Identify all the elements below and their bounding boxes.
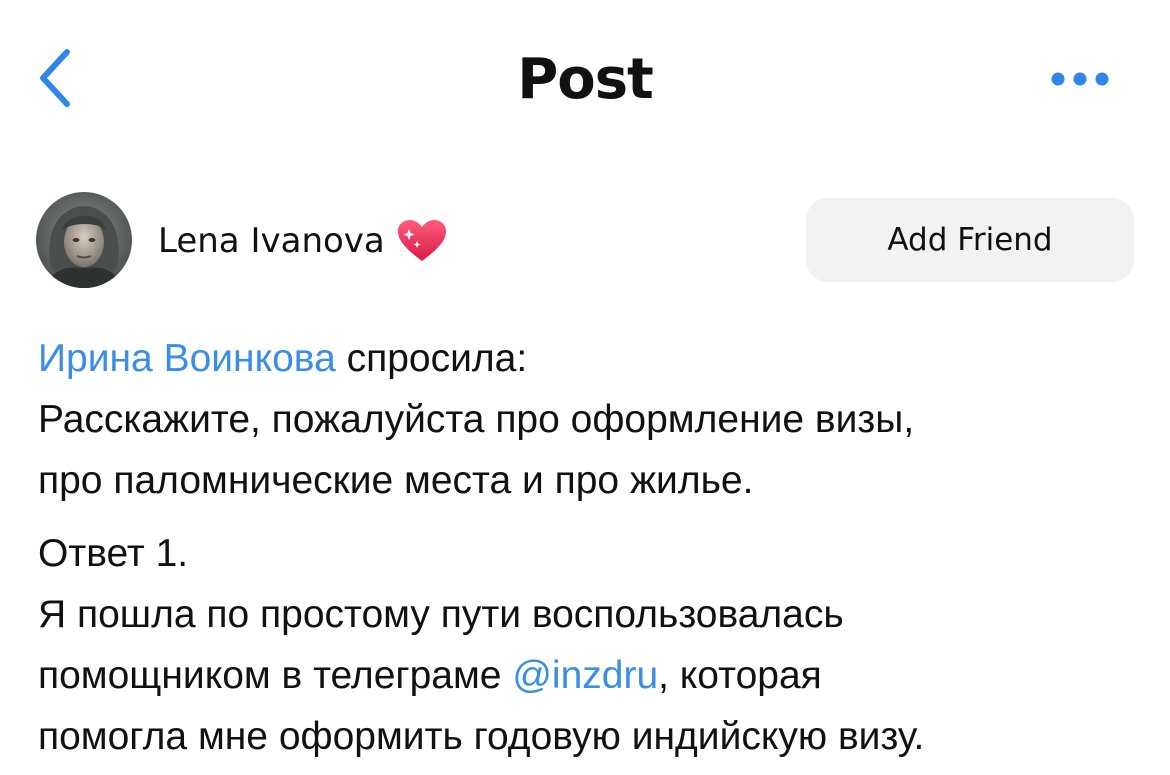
question-paragraph: Ирина Воинкова спросила: Расскажите, пож… bbox=[38, 328, 1148, 511]
answer-paragraph: Ответ 1. Я пошла по простому пути воспол… bbox=[38, 523, 1148, 767]
sparkling-heart-icon bbox=[397, 220, 446, 261]
back-button[interactable] bbox=[30, 42, 80, 114]
post-author-row: Lena Ivanova Add Friend bbox=[0, 186, 1170, 296]
author-name[interactable]: Lena Ivanova bbox=[158, 221, 385, 261]
chevron-left-icon bbox=[40, 49, 70, 107]
answer-line-1: Я пошла по простому пути воспользовалась bbox=[38, 593, 844, 636]
avatar-photo bbox=[36, 192, 132, 288]
more-options-button[interactable] bbox=[1040, 52, 1120, 106]
navigation-bar: Post bbox=[0, 0, 1170, 160]
author-name-group[interactable]: Lena Ivanova bbox=[158, 216, 447, 266]
page-title: Post bbox=[517, 47, 654, 112]
answer-line-3: помогла мне оформить годовую индийскую в… bbox=[38, 715, 925, 758]
mention-link[interactable]: @inzdru bbox=[512, 654, 658, 697]
answer-heading: Ответ 1. bbox=[38, 532, 189, 575]
avatar[interactable] bbox=[36, 192, 132, 288]
asker-link[interactable]: Ирина Воинкова bbox=[38, 337, 336, 380]
answer-line-2-end: , которая bbox=[658, 654, 822, 697]
question-line-2: про паломнические места и про жилье. bbox=[38, 459, 754, 502]
add-friend-button[interactable]: Add Friend bbox=[806, 198, 1134, 282]
ellipsis-icon bbox=[1051, 72, 1109, 86]
asked-suffix: спросила: bbox=[335, 337, 528, 380]
post-text: Ирина Воинкова спросила: Расскажите, пож… bbox=[38, 328, 1148, 767]
question-line-1: Расскажите, пожалуйста про оформление ви… bbox=[38, 398, 915, 441]
answer-line-2-start: помощником в телеграме bbox=[38, 654, 513, 697]
